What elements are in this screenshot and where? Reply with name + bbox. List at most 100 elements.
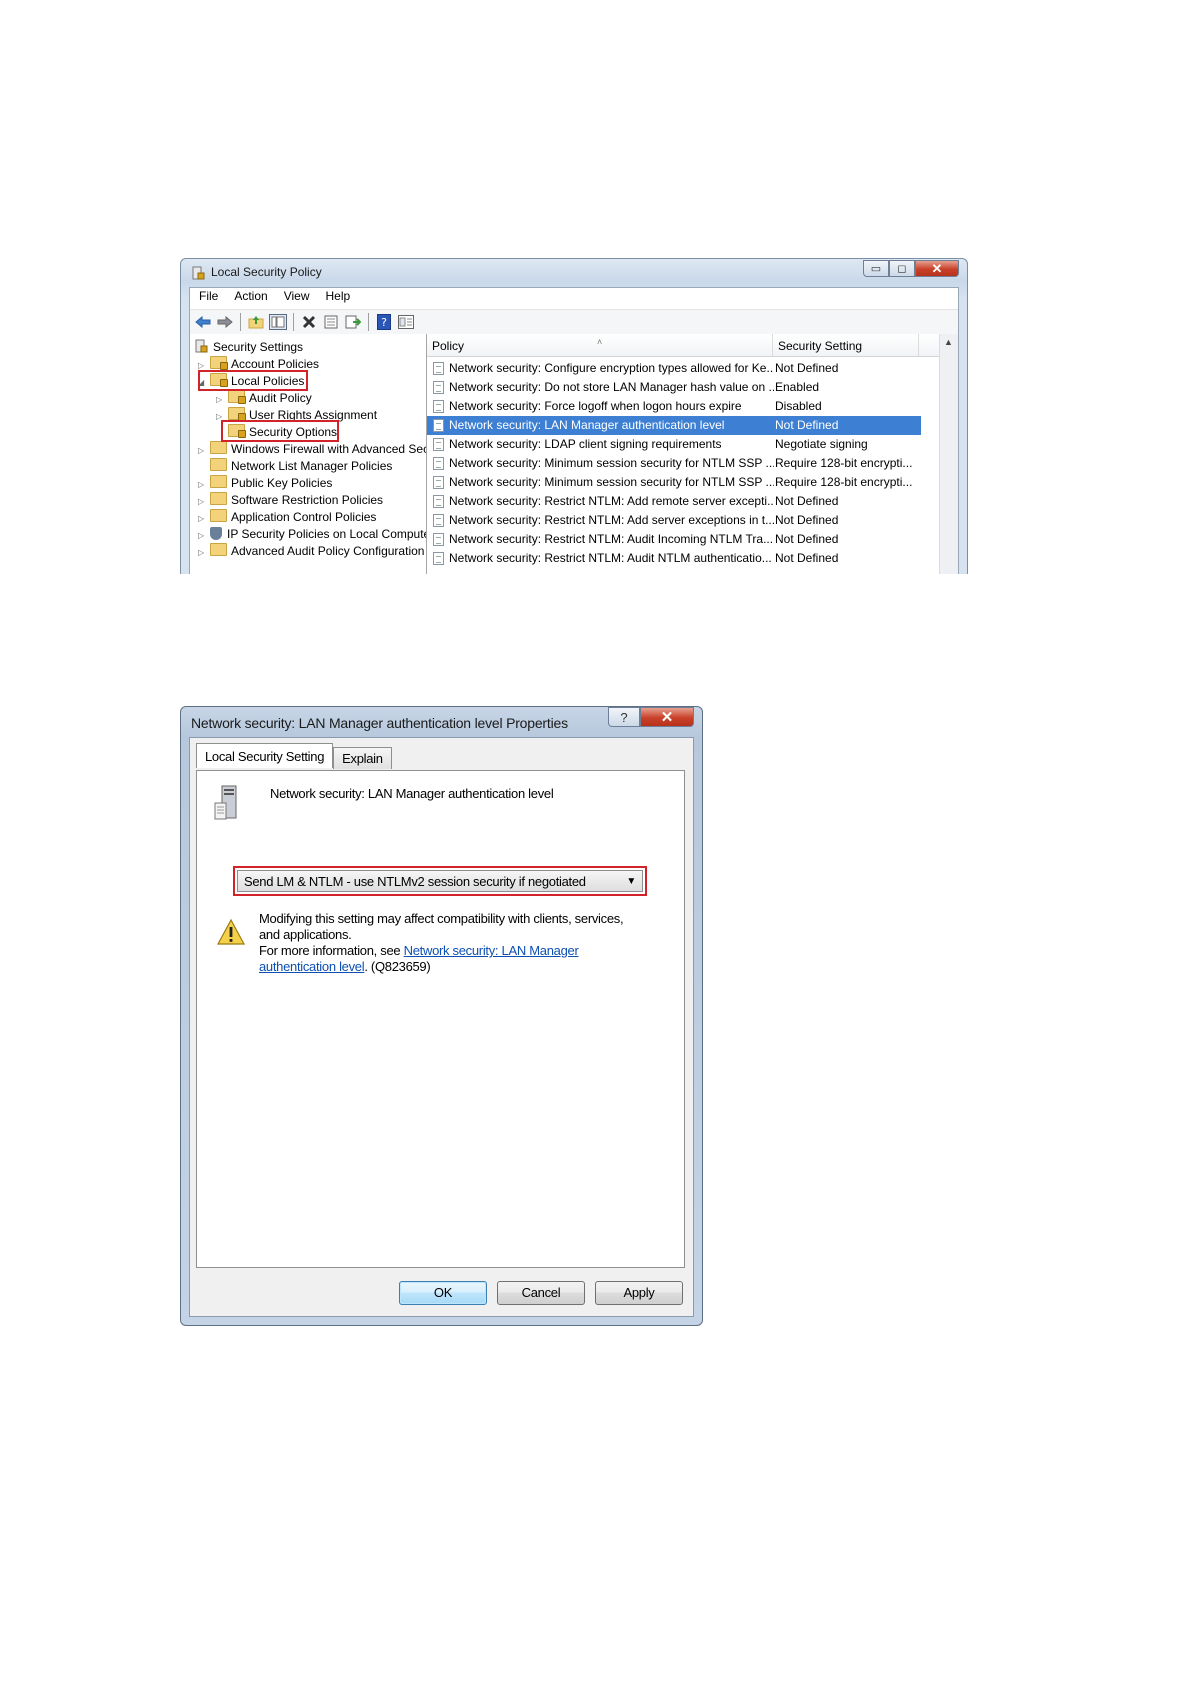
tree-item-application-control[interactable]: ▷ Application Control Policies	[198, 508, 376, 526]
annotation-highlight-security-options	[221, 420, 339, 442]
caption-buttons: ▭ ◻ ✕	[863, 260, 959, 278]
policy-cell: Network security: Restrict NTLM: Add ser…	[449, 513, 774, 527]
menu-help[interactable]: Help	[326, 289, 351, 309]
column-header-security-setting[interactable]: Security Setting	[773, 334, 919, 356]
close-button[interactable]: ✕	[915, 260, 959, 277]
help-icon[interactable]: ?	[375, 313, 393, 331]
policy-icon	[433, 438, 444, 451]
export-list-icon[interactable]	[344, 313, 362, 331]
maximize-button[interactable]: ◻	[889, 260, 915, 277]
tree-item-label: Application Control Policies	[231, 510, 377, 524]
annotation-highlight-select	[233, 866, 647, 896]
tab-panel-local-security-setting: Network security: LAN Manager authentica…	[196, 770, 685, 1268]
tab-explain[interactable]: Explain	[333, 747, 392, 769]
view-icon[interactable]	[397, 313, 415, 331]
setting-cell: Enabled	[775, 380, 820, 394]
show-hide-tree-icon[interactable]	[269, 313, 287, 331]
policy-icon	[433, 400, 444, 413]
ip-security-icon	[210, 527, 222, 540]
tree-item-advanced-audit[interactable]: ▷ Advanced Audit Policy Configuration	[198, 542, 424, 560]
folder-icon	[210, 492, 227, 505]
tab-local-security-setting[interactable]: Local Security Setting	[196, 743, 334, 768]
tree-item-windows-firewall[interactable]: ▷ Windows Firewall with Advanced Secu	[198, 440, 427, 458]
tree-item-label: Windows Firewall with Advanced Secu	[231, 442, 427, 456]
menu-file[interactable]: File	[199, 289, 218, 309]
ok-button[interactable]: OK	[399, 1281, 487, 1305]
minimize-icon: ▭	[870, 263, 882, 275]
tree-item-label: Public Key Policies	[231, 476, 333, 490]
cancel-button[interactable]: Cancel	[497, 1281, 585, 1305]
tree-item-software-restriction[interactable]: ▷ Software Restriction Policies	[198, 491, 383, 509]
content-panes: Security Settings ▷ Account Policies ◢ Loc…	[190, 334, 958, 574]
dialog-title: Network security: LAN Manager authentica…	[191, 715, 568, 731]
dialog-close-button[interactable]: ✕	[640, 707, 694, 727]
policy-cell: Network security: Minimum session securi…	[449, 475, 774, 489]
local-security-policy-window: Local Security Policy ▭ ◻ ✕ File Action …	[180, 258, 968, 574]
folder-lock-icon	[228, 407, 246, 421]
tree-item-network-list-manager[interactable]: Network List Manager Policies	[198, 457, 392, 475]
tree-item-public-key-policies[interactable]: ▷ Public Key Policies	[198, 474, 332, 492]
properties-dialog: Network security: LAN Manager authentica…	[180, 706, 703, 1326]
tree-pane[interactable]: Security Settings ▷ Account Policies ◢ Loc…	[190, 334, 427, 574]
policy-cell: Network security: Force logoff when logo…	[449, 399, 742, 413]
setting-cell: Disabled	[775, 399, 822, 413]
folder-icon	[210, 475, 227, 488]
annotation-highlight-local-policies	[198, 370, 308, 391]
column-header-label: Policy	[432, 339, 465, 353]
window-client-area: File Action View Help ? Security Setting…	[189, 287, 959, 574]
svg-text:?: ?	[381, 316, 387, 329]
table-row-selected[interactable]: Network security: LAN Manager authentica…	[427, 416, 921, 435]
apply-button[interactable]: Apply	[595, 1281, 683, 1305]
dialog-caption-buttons: ? ✕	[608, 707, 694, 727]
security-policy-app-icon	[192, 266, 205, 280]
toolbar-separator	[368, 313, 369, 331]
tree-item-label: IP Security Policies on Local Compute	[227, 527, 427, 541]
close-icon: ✕	[931, 260, 943, 276]
setting-cell: Not Defined	[775, 532, 839, 546]
policy-icon	[433, 419, 444, 432]
properties-icon[interactable]	[322, 313, 340, 331]
up-folder-icon[interactable]	[247, 313, 265, 331]
tree-item-label: Security Settings	[213, 340, 304, 354]
folder-icon	[210, 441, 227, 454]
folder-lock-icon	[210, 356, 228, 370]
setting-cell: Not Defined	[775, 494, 839, 508]
sort-ascending-icon: ˄	[597, 337, 603, 347]
scroll-up-arrow-icon[interactable]: ▲	[944, 337, 953, 347]
policy-cell: Network security: Minimum session securi…	[449, 456, 774, 470]
window-title: Local Security Policy	[211, 265, 322, 279]
policy-cell: Network security: LDAP client signing re…	[449, 437, 722, 451]
more-info-prefix: For more information, see	[259, 943, 401, 958]
expand-arrow-icon[interactable]: ▷	[198, 544, 210, 562]
vertical-scrollbar[interactable]: ▲	[939, 334, 958, 574]
policy-icon	[433, 533, 444, 546]
kb-reference: . (Q823659)	[364, 959, 431, 974]
maximize-icon: ◻	[897, 263, 907, 275]
menu-view[interactable]: View	[284, 289, 310, 309]
policy-icon	[433, 476, 444, 489]
forward-icon[interactable]	[216, 313, 234, 331]
tree-root-security-settings[interactable]: Security Settings	[194, 338, 303, 356]
column-header-policy[interactable]: Policy ˄	[427, 334, 773, 356]
setting-cell: Not Defined	[775, 513, 839, 527]
policy-list-pane[interactable]: Policy ˄ Security Setting ▲ Network secu…	[427, 334, 958, 574]
back-icon[interactable]	[194, 313, 212, 331]
tree-item-label: Network List Manager Policies	[231, 459, 393, 473]
minimize-button[interactable]: ▭	[863, 260, 889, 277]
policy-name: Network security: LAN Manager authentica…	[270, 786, 554, 801]
setting-cell: Not Defined	[775, 551, 839, 565]
dialog-buttons: OK Cancel Apply	[399, 1281, 683, 1305]
folder-lock-icon	[228, 390, 246, 404]
tree-item-ip-security[interactable]: ▷ IP Security Policies on Local Compute	[198, 525, 427, 543]
policy-icon	[433, 552, 444, 565]
close-icon: ✕	[660, 709, 674, 726]
tree-item-audit-policy[interactable]: ▷ Audit Policy	[216, 389, 312, 407]
menu-action[interactable]: Action	[234, 289, 267, 309]
policy-cell: Network security: Restrict NTLM: Audit I…	[449, 532, 774, 546]
title-bar[interactable]: Local Security Policy ▭ ◻ ✕	[181, 259, 967, 287]
setting-cell: Not Defined	[775, 418, 839, 432]
delete-icon[interactable]	[300, 313, 318, 331]
setting-cell: Negotiate signing	[775, 437, 868, 451]
help-button[interactable]: ?	[608, 707, 640, 727]
tree-item-label: Advanced Audit Policy Configuration	[231, 544, 425, 558]
